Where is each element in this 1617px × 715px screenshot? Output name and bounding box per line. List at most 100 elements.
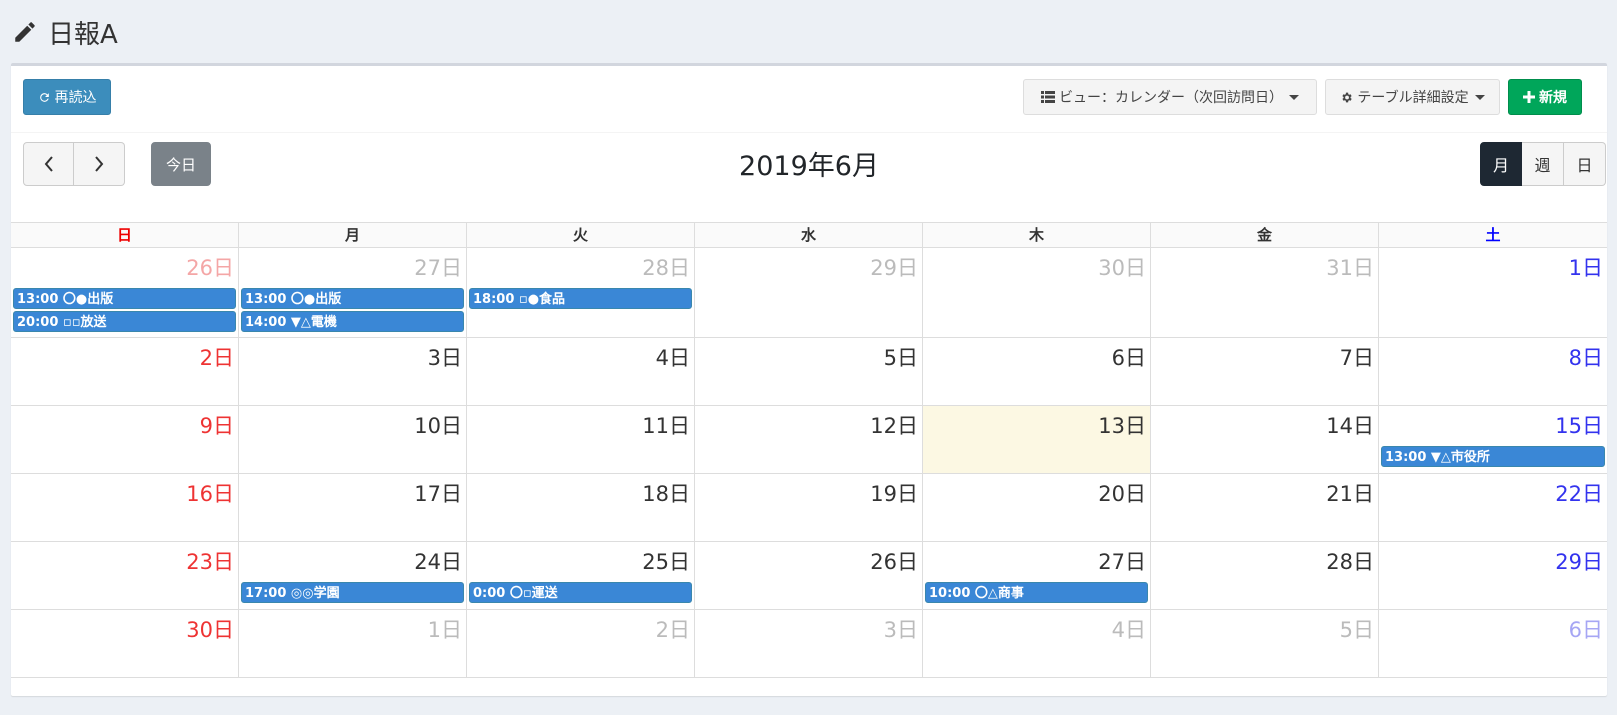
day-number[interactable]: 28日 (642, 252, 690, 282)
day-cell[interactable]: 13日 (923, 406, 1151, 473)
day-number[interactable]: 6日 (1569, 614, 1603, 644)
day-number[interactable]: 21日 (1326, 478, 1374, 508)
view-select-button[interactable]: ビュー：カレンダー（次回訪問日） (1023, 79, 1317, 115)
day-cell[interactable]: 28日 18:00 ▫●食品 (467, 248, 695, 337)
day-cell[interactable]: 29日 (695, 248, 923, 337)
day-cell[interactable]: 4日 (467, 338, 695, 405)
day-number[interactable]: 19日 (870, 478, 918, 508)
day-number[interactable]: 1日 (428, 614, 462, 644)
day-cell[interactable]: 1日 (239, 610, 467, 677)
day-number[interactable]: 1日 (1569, 252, 1603, 282)
mode-month-button[interactable]: 月 (1480, 142, 1522, 186)
day-cell[interactable]: 26日 (695, 542, 923, 609)
day-number[interactable]: 5日 (1340, 614, 1374, 644)
mode-week-button[interactable]: 週 (1522, 142, 1564, 186)
calendar-event[interactable]: 18:00 ▫●食品 (469, 288, 692, 309)
day-number[interactable]: 2日 (656, 614, 690, 644)
calendar-event[interactable]: 20:00 ▫▫放送 (13, 311, 236, 332)
day-cell[interactable]: 29日 (1379, 542, 1607, 609)
day-number[interactable]: 29日 (1555, 546, 1603, 576)
day-number[interactable]: 13日 (1098, 410, 1146, 440)
day-number[interactable]: 27日 (414, 252, 462, 282)
day-cell[interactable]: 30日 (923, 248, 1151, 337)
day-cell[interactable]: 31日 (1151, 248, 1379, 337)
day-number[interactable]: 20日 (1098, 478, 1146, 508)
day-cell[interactable]: 19日 (695, 474, 923, 541)
day-number[interactable]: 3日 (884, 614, 918, 644)
day-number[interactable]: 6日 (1112, 342, 1146, 372)
day-number[interactable]: 27日 (1098, 546, 1146, 576)
day-cell[interactable]: 10日 (239, 406, 467, 473)
day-cell[interactable]: 15日 13:00 ▼△市役所 (1379, 406, 1607, 473)
day-cell[interactable]: 27日 13:00 〇●出版 14:00 ▼△電機 (239, 248, 467, 337)
day-number[interactable]: 30日 (1098, 252, 1146, 282)
day-cell[interactable]: 3日 (695, 610, 923, 677)
day-number[interactable]: 26日 (186, 252, 234, 282)
day-cell[interactable]: 16日 (11, 474, 239, 541)
reload-button[interactable]: 再読込 (23, 79, 111, 115)
calendar-event[interactable]: 0:00 〇▫運送 (469, 582, 692, 603)
day-number[interactable]: 14日 (1326, 410, 1374, 440)
day-number[interactable]: 2日 (200, 342, 234, 372)
day-number[interactable]: 18日 (642, 478, 690, 508)
day-cell[interactable]: 27日 10:00 〇△商事 (923, 542, 1151, 609)
calendar-event[interactable]: 13:00 〇●出版 (13, 288, 236, 309)
day-number[interactable]: 28日 (1326, 546, 1374, 576)
day-cell[interactable]: 6日 (923, 338, 1151, 405)
day-cell[interactable]: 20日 (923, 474, 1151, 541)
day-cell[interactable]: 25日 0:00 〇▫運送 (467, 542, 695, 609)
day-cell[interactable]: 2日 (467, 610, 695, 677)
day-cell[interactable]: 23日 (11, 542, 239, 609)
day-cell[interactable]: 7日 (1151, 338, 1379, 405)
day-number[interactable]: 24日 (414, 546, 462, 576)
day-cell[interactable]: 18日 (467, 474, 695, 541)
mode-day-button[interactable]: 日 (1564, 142, 1606, 186)
day-number[interactable]: 26日 (870, 546, 918, 576)
new-button[interactable]: 新規 (1508, 79, 1582, 115)
day-cell[interactable]: 4日 (923, 610, 1151, 677)
day-cell[interactable]: 2日 (11, 338, 239, 405)
day-number[interactable]: 5日 (884, 342, 918, 372)
day-number[interactable]: 10日 (414, 410, 462, 440)
day-cell[interactable]: 8日 (1379, 338, 1607, 405)
day-cell[interactable]: 30日 (11, 610, 239, 677)
calendar-event[interactable]: 13:00 〇●出版 (241, 288, 464, 309)
day-number[interactable]: 4日 (656, 342, 690, 372)
day-cell[interactable]: 5日 (1151, 610, 1379, 677)
calendar-event[interactable]: 14:00 ▼△電機 (241, 311, 464, 332)
day-cell[interactable]: 3日 (239, 338, 467, 405)
day-number[interactable]: 9日 (200, 410, 234, 440)
day-cell[interactable]: 1日 (1379, 248, 1607, 337)
day-number[interactable]: 22日 (1555, 478, 1603, 508)
day-cell[interactable]: 11日 (467, 406, 695, 473)
day-cell[interactable]: 5日 (695, 338, 923, 405)
day-number[interactable]: 31日 (1326, 252, 1374, 282)
day-number[interactable]: 29日 (870, 252, 918, 282)
day-number[interactable]: 23日 (186, 546, 234, 576)
day-number[interactable]: 8日 (1569, 342, 1603, 372)
day-cell[interactable]: 22日 (1379, 474, 1607, 541)
day-number[interactable]: 16日 (186, 478, 234, 508)
calendar-event[interactable]: 13:00 ▼△市役所 (1381, 446, 1605, 467)
day-number[interactable]: 15日 (1555, 410, 1603, 440)
day-cell[interactable]: 28日 (1151, 542, 1379, 609)
day-cell[interactable]: 26日 13:00 〇●出版 20:00 ▫▫放送 (11, 248, 239, 337)
day-number[interactable]: 11日 (642, 410, 690, 440)
day-number[interactable]: 30日 (186, 614, 234, 644)
day-cell[interactable]: 6日 (1379, 610, 1607, 677)
day-cell[interactable]: 14日 (1151, 406, 1379, 473)
day-number[interactable]: 3日 (428, 342, 462, 372)
day-cell[interactable]: 24日 17:00 ◎◎学園 (239, 542, 467, 609)
day-number[interactable]: 4日 (1112, 614, 1146, 644)
calendar-event[interactable]: 10:00 〇△商事 (925, 582, 1148, 603)
day-cell[interactable]: 17日 (239, 474, 467, 541)
day-number[interactable]: 25日 (642, 546, 690, 576)
calendar-event[interactable]: 17:00 ◎◎学園 (241, 582, 464, 603)
day-cell[interactable]: 12日 (695, 406, 923, 473)
day-number[interactable]: 7日 (1340, 342, 1374, 372)
day-cell[interactable]: 21日 (1151, 474, 1379, 541)
day-cell[interactable]: 9日 (11, 406, 239, 473)
table-settings-button[interactable]: テーブル詳細設定 (1325, 79, 1500, 115)
day-number[interactable]: 12日 (870, 410, 918, 440)
day-number[interactable]: 17日 (414, 478, 462, 508)
